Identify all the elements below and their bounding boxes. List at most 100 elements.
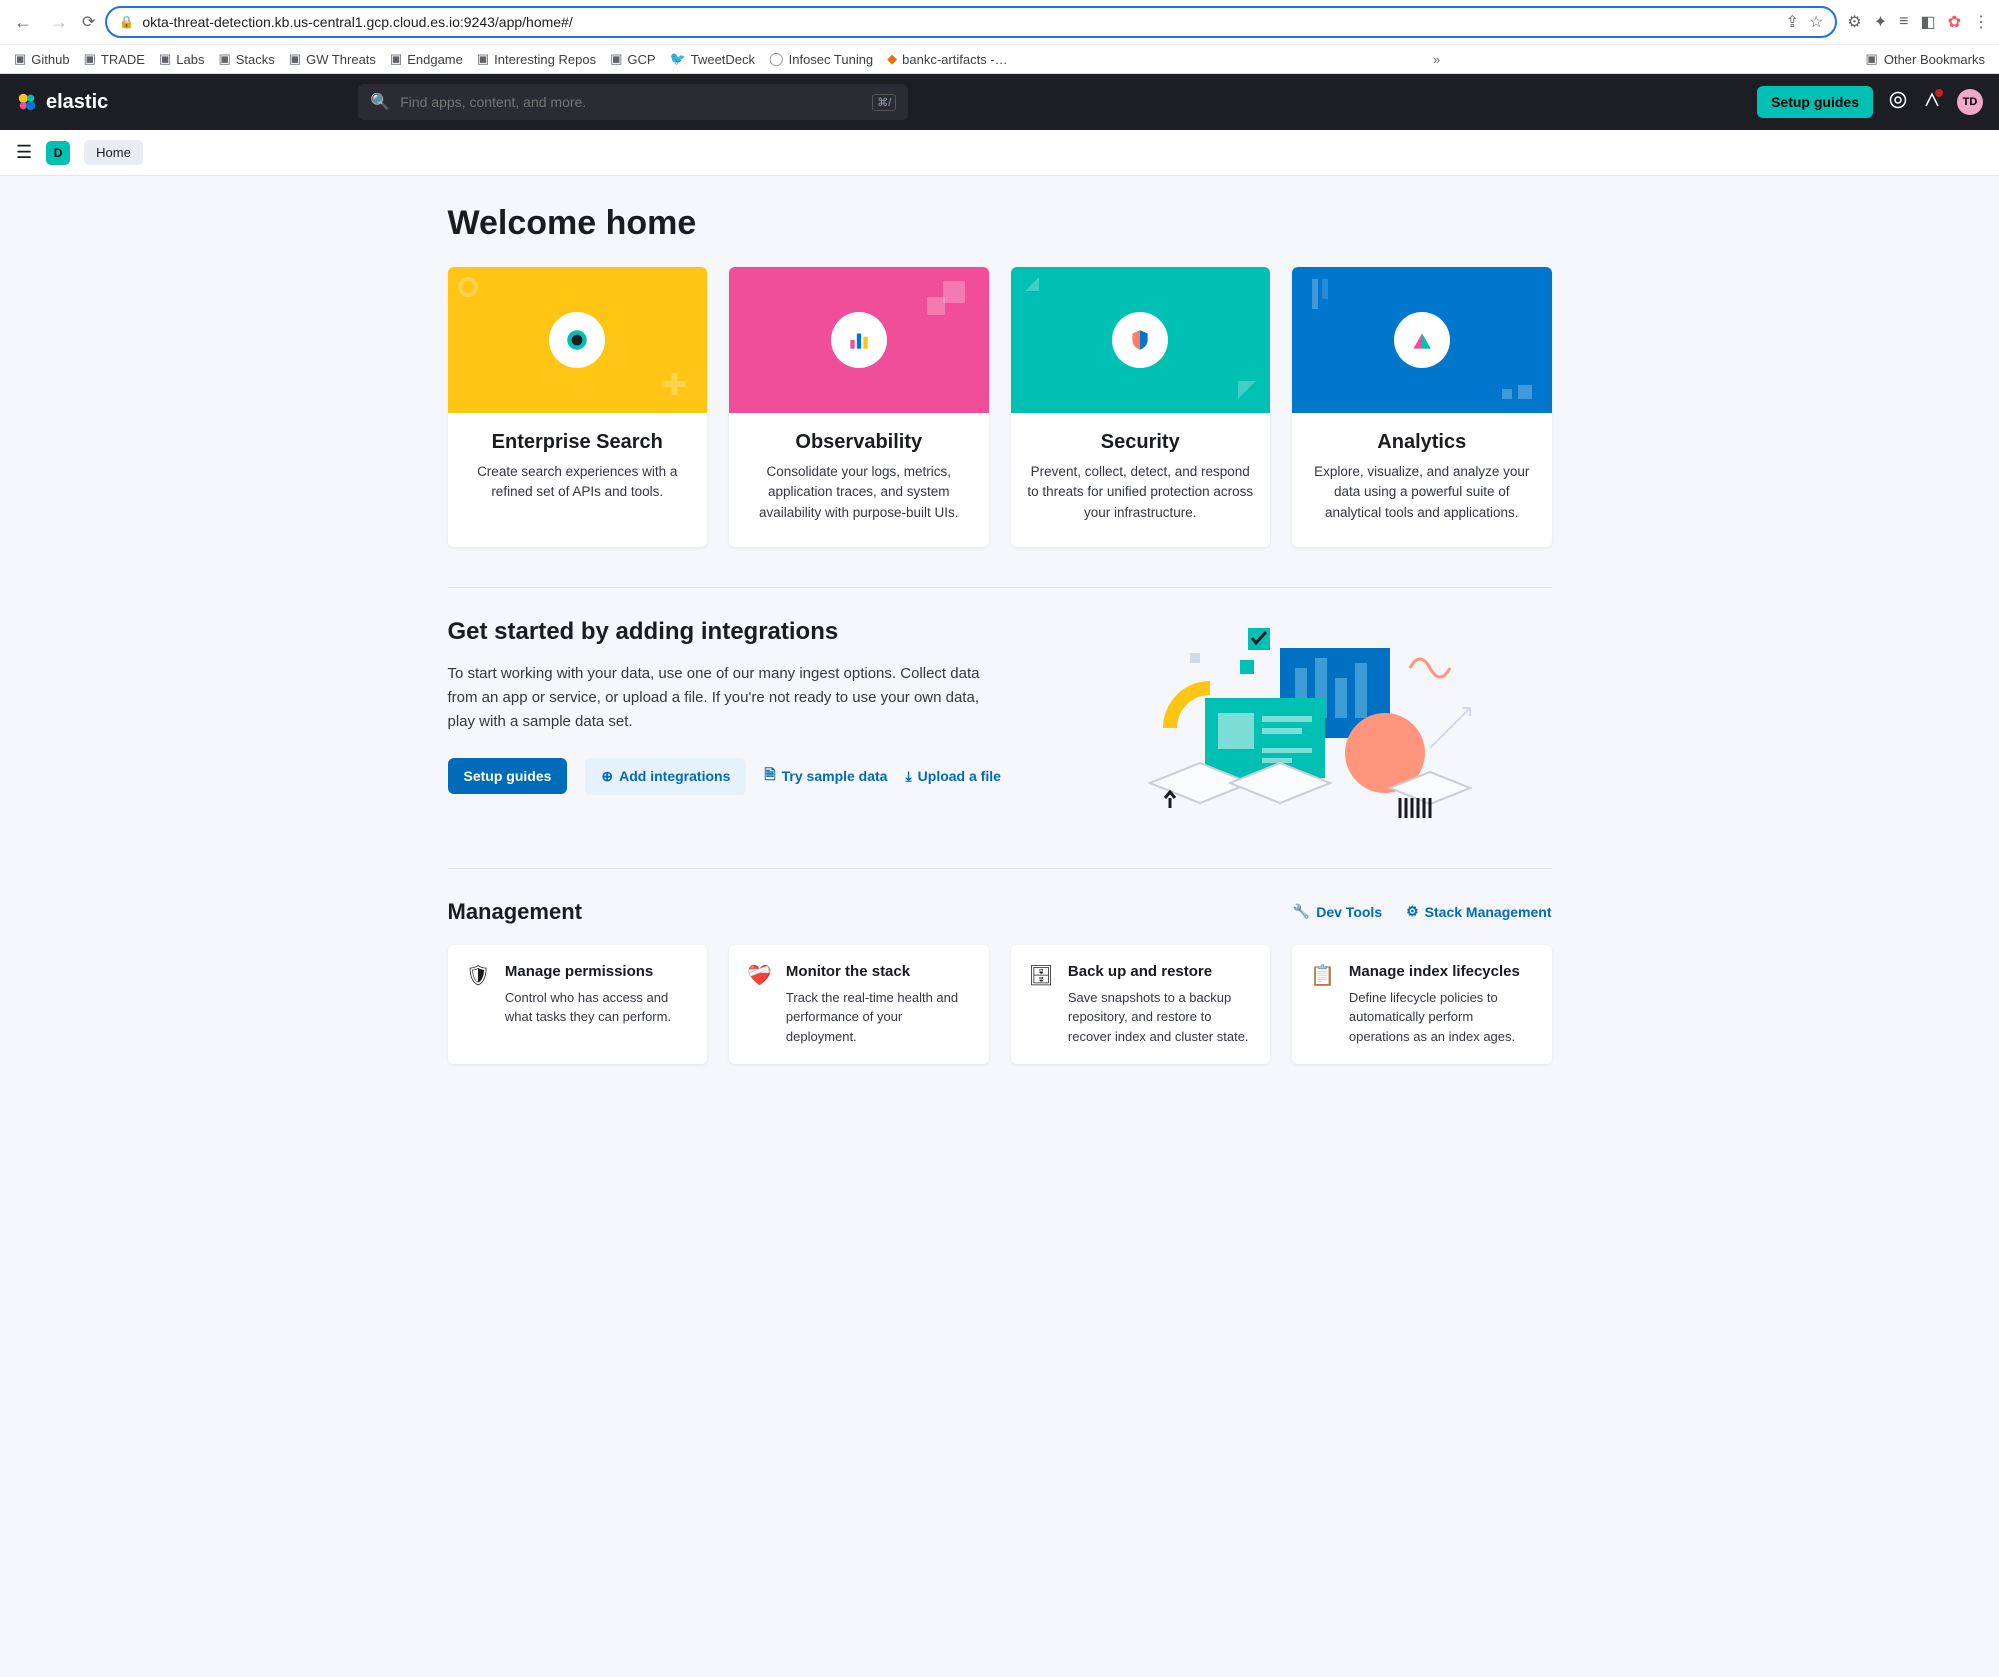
card-banner: ✚ <box>448 267 708 413</box>
bookmark-bankc-artifacts[interactable]: ◆bankc-artifacts -… <box>887 51 1007 67</box>
elastic-header: elastic 🔍 ⌘/ Setup guides TD <box>0 74 1999 130</box>
management-title: Management <box>448 899 582 925</box>
bookmark-gw-threats[interactable]: ▣GW Threats <box>289 51 376 67</box>
gear-icon: ⚙ <box>1406 903 1419 920</box>
nav-back-icon[interactable]: ← <box>10 8 36 37</box>
management-header: Management 🔧 Dev Tools ⚙ Stack Managemen… <box>448 899 1552 925</box>
bookmark-stacks[interactable]: ▣Stacks <box>218 51 274 67</box>
global-search[interactable]: 🔍 ⌘/ <box>358 84 908 120</box>
card-desc: Prevent, collect, detect, and respond to… <box>1027 462 1255 523</box>
search-icon: 🔍 <box>370 92 390 112</box>
folder-icon: ▣ <box>390 51 402 67</box>
bookmark-tweetdeck[interactable]: 🐦TweetDeck <box>670 51 756 67</box>
nav-forward-icon[interactable]: → <box>46 8 72 37</box>
card-title: Security <box>1027 431 1255 454</box>
mgmt-card-title: Manage index lifecycles <box>1349 963 1534 980</box>
gear-icon[interactable]: ⚙ <box>1847 12 1861 32</box>
card-manage-permissions[interactable]: 🛡 Manage permissions Control who has acc… <box>448 945 708 1065</box>
card-banner <box>1011 267 1271 413</box>
folder-icon: ▣ <box>1866 51 1878 67</box>
cube-icon: ◆ <box>887 51 897 67</box>
twitter-icon: 🐦 <box>670 51 686 67</box>
bookmark-github[interactable]: ▣Github <box>14 51 70 67</box>
mgmt-card-title: Monitor the stack <box>786 963 971 980</box>
card-banner <box>1292 267 1552 413</box>
card-desc: Consolidate your logs, metrics, applicat… <box>745 462 973 523</box>
dev-tools-link[interactable]: 🔧 Dev Tools <box>1293 903 1382 920</box>
search-input[interactable] <box>400 94 862 110</box>
stack-management-link[interactable]: ⚙ Stack Management <box>1406 903 1551 920</box>
bookmark-labs[interactable]: ▣Labs <box>159 51 205 67</box>
nav-toggle-icon[interactable]: ☰ <box>16 142 32 163</box>
panel-icon[interactable]: ◧ <box>1920 12 1935 32</box>
folder-icon: ▣ <box>218 51 230 67</box>
other-bookmarks[interactable]: ▣Other Bookmarks <box>1866 51 1985 67</box>
chrome-extensions: ⚙ ✦ ≡ ◧ ✿ ⋮ <box>1847 12 1989 32</box>
management-cards: 🛡 Manage permissions Control who has acc… <box>448 945 1552 1065</box>
plus-circle-icon: ⊕ <box>601 768 613 785</box>
mgmt-card-desc: Track the real-time health and performan… <box>786 988 971 1047</box>
bookmark-endgame[interactable]: ▣Endgame <box>390 51 463 67</box>
mgmt-card-desc: Control who has access and what tasks th… <box>505 988 689 1027</box>
folder-icon: ▣ <box>477 51 489 67</box>
reload-icon[interactable]: ⟳ <box>82 12 95 32</box>
document-icon: 🗎 <box>764 764 775 788</box>
bookmark-gcp[interactable]: ▣GCP <box>610 51 655 67</box>
browser-toolbar: ← → ⟳ 🔒 okta-threat-detection.kb.us-cent… <box>0 0 1999 44</box>
help-icon[interactable] <box>1889 91 1907 114</box>
card-backup-restore[interactable]: 🗄 Back up and restore Save snapshots to … <box>1011 945 1271 1065</box>
get-started-actions: Setup guides ⊕ Add integrations 🗎 Try sa… <box>448 758 1028 795</box>
newsfeed-icon[interactable] <box>1923 91 1941 114</box>
sub-header: ☰ D Home <box>0 130 1999 176</box>
breadcrumb-home[interactable]: Home <box>84 140 143 165</box>
header-actions: Setup guides TD <box>1757 86 1983 118</box>
space-badge[interactable]: D <box>46 141 70 165</box>
get-started-desc: To start working with your data, use one… <box>448 662 1008 734</box>
kebab-menu-icon[interactable]: ⋮ <box>1973 12 1989 32</box>
puzzle-ext-icon[interactable]: ✿ <box>1948 12 1961 32</box>
shield-icon: 🛡 <box>466 963 491 1047</box>
url-bar[interactable]: 🔒 okta-threat-detection.kb.us-central1.g… <box>105 6 1837 38</box>
folder-icon: ▣ <box>289 51 301 67</box>
url-text: okta-threat-detection.kb.us-central1.gcp… <box>142 14 1777 30</box>
extensions-icon[interactable]: ✦ <box>1874 12 1887 32</box>
star-icon[interactable]: ☆ <box>1809 12 1823 32</box>
try-sample-data-link[interactable]: 🗎 Try sample data <box>764 764 887 788</box>
url-actions: ⇪ ☆ <box>1786 12 1824 32</box>
card-desc: Create search experiences with a refined… <box>464 462 692 503</box>
folder-icon: ▣ <box>84 51 96 67</box>
elastic-logo[interactable]: elastic <box>16 91 108 114</box>
security-icon <box>1127 327 1153 353</box>
card-manage-index-lifecycles[interactable]: 📋 Manage index lifecycles Define lifecyc… <box>1292 945 1552 1065</box>
card-title: Enterprise Search <box>464 431 692 454</box>
setup-guides-primary-button[interactable]: Setup guides <box>448 758 568 794</box>
user-avatar[interactable]: TD <box>1957 89 1983 115</box>
mgmt-card-title: Manage permissions <box>505 963 689 980</box>
add-integrations-button[interactable]: ⊕ Add integrations <box>585 758 746 795</box>
bookmark-infosec-tuning[interactable]: ◯Infosec Tuning <box>769 51 873 67</box>
playlist-icon[interactable]: ≡ <box>1899 13 1908 31</box>
search-shortcut: ⌘/ <box>872 94 896 111</box>
bookmark-interesting-repos[interactable]: ▣Interesting Repos <box>477 51 596 67</box>
mgmt-card-desc: Save snapshots to a backup repository, a… <box>1068 988 1252 1047</box>
integrations-illustration <box>1068 618 1552 828</box>
bookmark-trade[interactable]: ▣TRADE <box>84 51 145 67</box>
index-settings-icon: 📋 <box>1310 963 1335 1047</box>
setup-guides-button[interactable]: Setup guides <box>1757 86 1873 118</box>
card-analytics[interactable]: Analytics Explore, visualize, and analyz… <box>1292 267 1552 547</box>
main-content: Welcome home ✚ Enterprise Search Create … <box>400 176 1600 1092</box>
card-enterprise-search[interactable]: ✚ Enterprise Search Create search experi… <box>448 267 708 547</box>
card-desc: Explore, visualize, and analyze your dat… <box>1308 462 1536 523</box>
upload-file-link[interactable]: ⤓ Upload a file <box>905 768 1000 785</box>
browser-chrome: ← → ⟳ 🔒 okta-threat-detection.kb.us-cent… <box>0 0 1999 74</box>
card-observability[interactable]: Observability Consolidate your logs, met… <box>729 267 989 547</box>
bookmarks-overflow[interactable]: » <box>1433 52 1440 67</box>
folder-icon: ▣ <box>610 51 622 67</box>
card-security[interactable]: Security Prevent, collect, detect, and r… <box>1011 267 1271 547</box>
card-monitor-stack[interactable]: ❤‍🩹 Monitor the stack Track the real-tim… <box>729 945 989 1065</box>
github-icon: ◯ <box>769 51 784 67</box>
page-title: Welcome home <box>448 204 1552 243</box>
solution-cards: ✚ Enterprise Search Create search experi… <box>448 267 1552 547</box>
analytics-icon <box>1409 327 1435 353</box>
share-icon[interactable]: ⇪ <box>1786 12 1799 32</box>
